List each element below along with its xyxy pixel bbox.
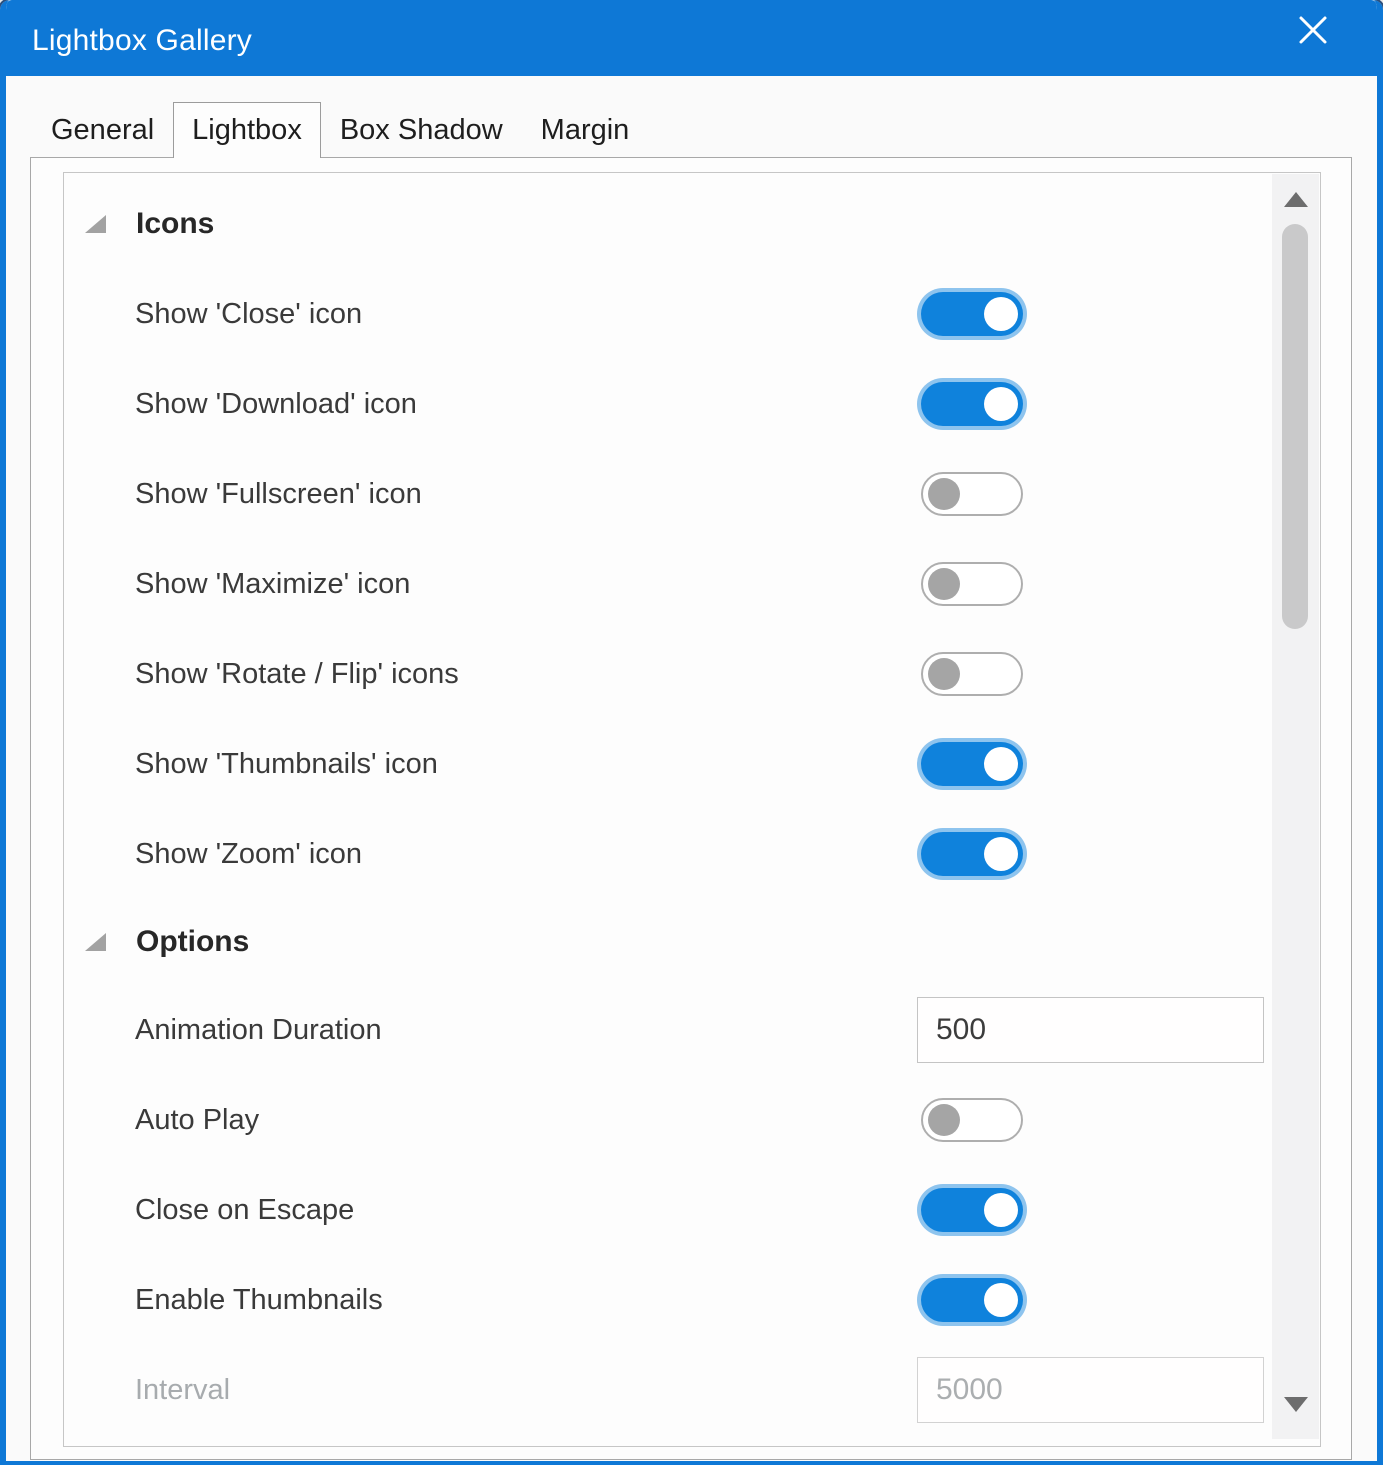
scrollbar-thumb[interactable] (1282, 224, 1308, 629)
toggle-show-zoom-icon[interactable] (921, 832, 1023, 876)
close-icon (1296, 13, 1330, 52)
toggle-enable-thumbnails[interactable] (921, 1278, 1023, 1322)
scrollbar-track[interactable] (1272, 224, 1319, 1379)
setting-label: Show 'Maximize' icon (65, 568, 917, 601)
setting-label: Show 'Thumbnails' icon (65, 748, 917, 781)
tab-page-lightbox: Icons Show 'Close' icon Show 'Download' … (30, 157, 1352, 1460)
tab-margin-label: Margin (541, 114, 630, 147)
settings-content: Icons Show 'Close' icon Show 'Download' … (65, 174, 1272, 1445)
toggle-show-thumbnails-icon[interactable] (921, 742, 1023, 786)
settings-scroll-panel: Icons Show 'Close' icon Show 'Download' … (63, 172, 1321, 1447)
section-header-options: Options (65, 914, 1272, 970)
setting-label: Show 'Download' icon (65, 388, 917, 421)
setting-row: Close on Escape (65, 1165, 1272, 1255)
toggle-show-rotate-flip-icons[interactable] (921, 652, 1023, 696)
tab-general[interactable]: General (32, 103, 173, 157)
setting-row: Show 'Maximize' icon (65, 539, 1272, 629)
tab-strip: General Lightbox Box Shadow Margin (32, 103, 648, 158)
setting-row: Show 'Close' icon (65, 269, 1272, 359)
setting-label: Show 'Zoom' icon (65, 838, 917, 871)
scroll-up-button[interactable] (1272, 174, 1319, 224)
dialog-body: General Lightbox Box Shadow Margin Icons (6, 76, 1377, 1461)
collapse-triangle-icon[interactable] (85, 933, 106, 951)
setting-row: Interval (65, 1345, 1272, 1435)
setting-row: Show 'Rotate / Flip' icons (65, 629, 1272, 719)
setting-label: Enable Thumbnails (65, 1284, 917, 1317)
collapse-triangle-icon[interactable] (85, 215, 106, 233)
setting-label: Show 'Fullscreen' icon (65, 478, 917, 511)
setting-row: Auto Play (65, 1075, 1272, 1165)
setting-row: Show 'Thumbnails' icon (65, 719, 1272, 809)
setting-label: Interval (65, 1374, 917, 1407)
setting-row: Animation Duration (65, 985, 1272, 1075)
toggle-close-on-escape[interactable] (921, 1188, 1023, 1232)
title-bar: Lightbox Gallery (6, 0, 1377, 76)
interval-input[interactable] (917, 1357, 1264, 1423)
section-header-icons: Icons (65, 196, 1272, 252)
tab-box-shadow[interactable]: Box Shadow (321, 103, 522, 157)
setting-label: Auto Play (65, 1104, 917, 1137)
setting-label: Show 'Rotate / Flip' icons (65, 658, 917, 691)
setting-row: Enable Thumbnails (65, 1255, 1272, 1345)
scroll-down-button[interactable] (1272, 1379, 1319, 1429)
toggle-auto-play[interactable] (921, 1098, 1023, 1142)
toggle-show-close-icon[interactable] (921, 292, 1023, 336)
setting-row: Show 'Download' icon (65, 359, 1272, 449)
close-button[interactable] (1291, 10, 1335, 54)
animation-duration-input[interactable] (917, 997, 1264, 1063)
tab-lightbox[interactable]: Lightbox (173, 102, 321, 158)
tab-general-label: General (51, 114, 154, 147)
toggle-show-fullscreen-icon[interactable] (921, 472, 1023, 516)
tab-margin[interactable]: Margin (522, 103, 649, 157)
dialog-title: Lightbox Gallery (32, 18, 252, 58)
section-title: Icons (136, 207, 214, 241)
lightbox-gallery-dialog: Lightbox Gallery General Lightbox Box Sh… (0, 0, 1383, 1465)
section-title: Options (136, 925, 249, 959)
setting-row: Show 'Fullscreen' icon (65, 449, 1272, 539)
toggle-show-maximize-icon[interactable] (921, 562, 1023, 606)
arrow-down-icon (1284, 1397, 1308, 1412)
arrow-up-icon (1284, 192, 1308, 207)
setting-label: Close on Escape (65, 1194, 917, 1227)
tab-box-shadow-label: Box Shadow (340, 114, 503, 147)
vertical-scrollbar[interactable] (1272, 174, 1319, 1439)
setting-label: Show 'Close' icon (65, 298, 917, 331)
setting-row: Show 'Zoom' icon (65, 809, 1272, 899)
toggle-show-download-icon[interactable] (921, 382, 1023, 426)
setting-label: Animation Duration (65, 1014, 917, 1047)
tab-lightbox-label: Lightbox (192, 114, 302, 147)
